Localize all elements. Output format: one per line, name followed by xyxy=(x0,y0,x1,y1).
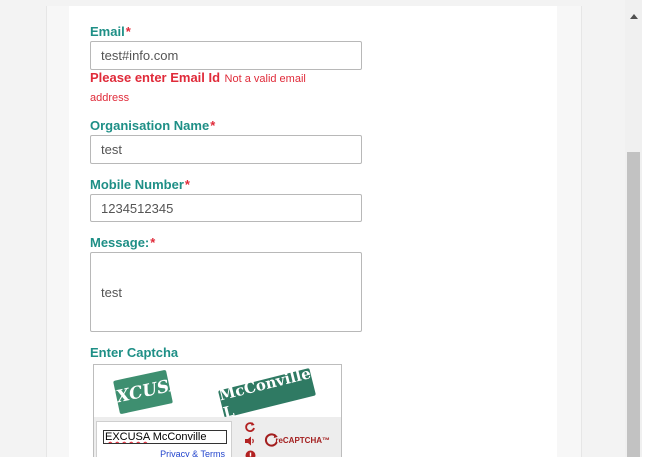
mobile-label-text: Mobile Number xyxy=(90,177,184,192)
mobile-label: Mobile Number* xyxy=(90,177,190,192)
organisation-required-mark: * xyxy=(210,118,216,133)
message-label-text: Message: xyxy=(90,235,150,250)
email-field[interactable]: test#info.com xyxy=(90,41,362,70)
captcha-word-1: EXCUSA xyxy=(102,369,184,415)
organisation-label: Organisation Name* xyxy=(90,118,215,133)
window-edge xyxy=(642,0,653,457)
email-field-value: test#info.com xyxy=(101,48,179,63)
email-label-text: Email xyxy=(90,24,125,39)
captcha-widget: EXCUSA McConville L EXCUSA McConville Pr… xyxy=(93,364,342,457)
captcha-response-box: EXCUSA McConville Privacy & Terms xyxy=(96,421,232,457)
message-required-mark: * xyxy=(150,235,156,250)
message-textarea-value: test xyxy=(101,285,122,300)
scrollbar-thumb[interactable] xyxy=(627,152,640,457)
captcha-response-input[interactable]: EXCUSA McConville xyxy=(103,430,227,444)
message-label: Message:* xyxy=(90,235,155,250)
scroll-up-arrow-icon[interactable] xyxy=(625,8,642,24)
mobile-number-field[interactable]: 1234512345 xyxy=(90,194,362,222)
audio-icon[interactable] xyxy=(243,435,257,447)
captcha-response-part2: McConville xyxy=(149,431,207,443)
organisation-name-field[interactable]: test xyxy=(90,135,362,164)
organisation-label-text: Organisation Name xyxy=(90,118,210,133)
email-required-mark: * xyxy=(125,24,131,39)
captcha-image: EXCUSA McConville L xyxy=(94,364,341,422)
mobile-required-mark: * xyxy=(184,177,190,192)
refresh-icon[interactable] xyxy=(243,421,257,433)
email-error: Please enter Email Id Not a valid email … xyxy=(90,69,340,107)
recaptcha-logo-text: reCAPTCHA™ xyxy=(275,435,330,445)
captcha-button-column xyxy=(240,421,260,457)
message-textarea[interactable]: test xyxy=(90,252,362,332)
email-label: Email* xyxy=(90,24,131,39)
captcha-word-2: McConville L xyxy=(217,364,316,422)
captcha-response-part1: EXCUSA xyxy=(105,431,150,443)
help-icon[interactable] xyxy=(243,449,257,457)
privacy-terms-link[interactable]: Privacy & Terms xyxy=(160,449,225,457)
mobile-field-value: 1234512345 xyxy=(101,200,174,216)
captcha-label: Enter Captcha xyxy=(90,345,179,360)
captcha-controls: EXCUSA McConville Privacy & Terms reCAPT… xyxy=(94,417,341,457)
email-error-main: Please enter Email Id xyxy=(90,70,221,85)
recaptcha-logo: reCAPTCHA™ xyxy=(264,423,330,457)
organisation-field-value: test xyxy=(101,142,122,157)
